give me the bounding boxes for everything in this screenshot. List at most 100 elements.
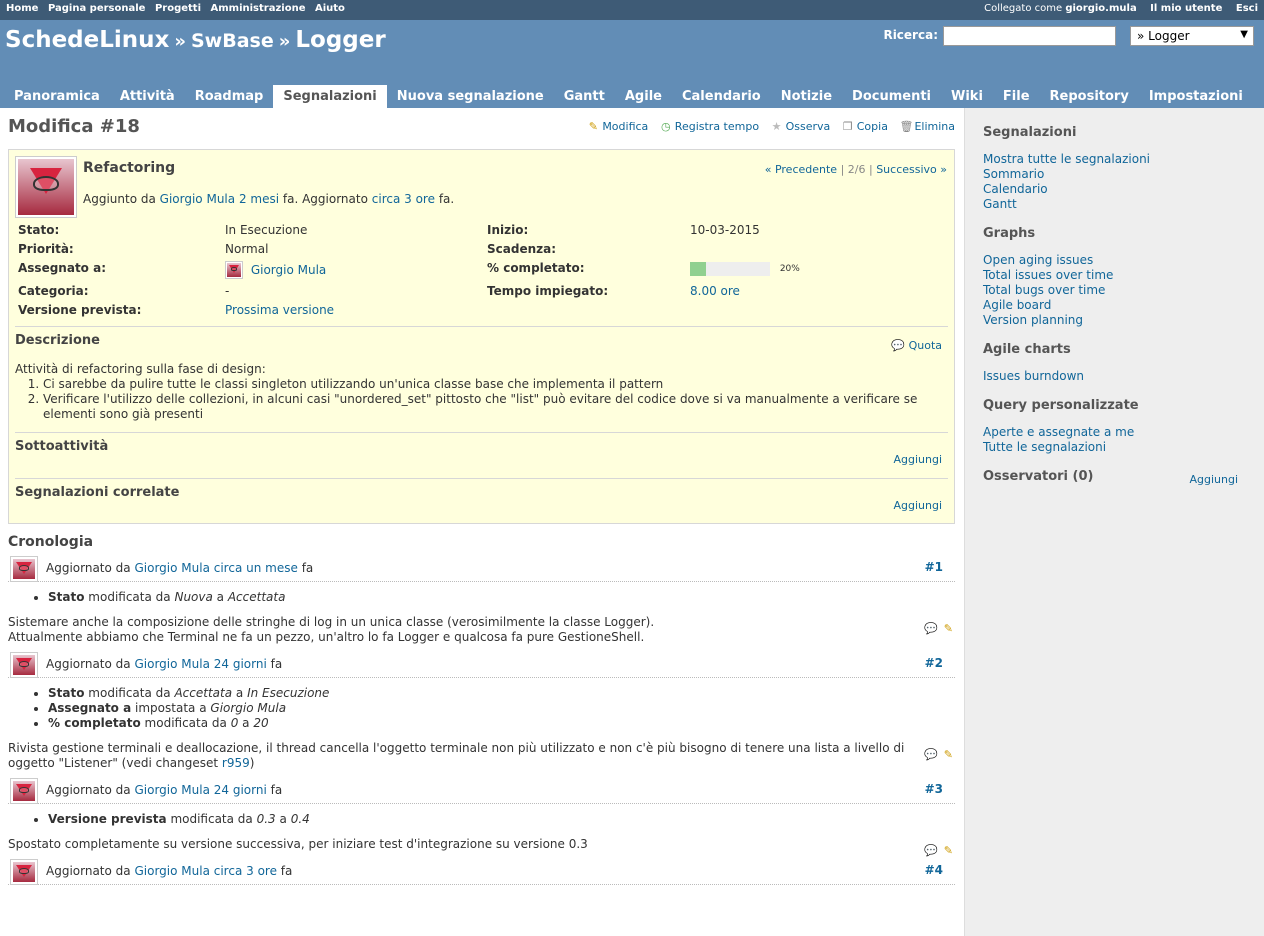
- edit-note-icon[interactable]: ✎: [944, 844, 953, 857]
- tab-files[interactable]: File: [993, 85, 1040, 108]
- add-relation-link[interactable]: Aggiungi: [893, 499, 942, 512]
- updated-link[interactable]: circa 3 ore: [372, 192, 435, 206]
- progress-fill: [690, 261, 706, 276]
- journal-time-link[interactable]: circa 3 ore: [214, 864, 277, 878]
- journal-notes: Rivista gestione terminali e deallocazio…: [8, 741, 953, 770]
- journal-author-link[interactable]: Giorgio Mula: [134, 783, 209, 797]
- top-link-logout[interactable]: Esci: [1236, 3, 1258, 14]
- journal-time-link[interactable]: 24 giorni: [214, 657, 267, 671]
- top-link-my-page[interactable]: Pagina personale: [48, 3, 146, 14]
- journal-number-link[interactable]: #1: [925, 560, 943, 574]
- due-date-value: [690, 241, 948, 260]
- next-issue-link[interactable]: Successivo »: [876, 163, 947, 176]
- dropdown-arrow-icon: ▼: [1240, 29, 1248, 40]
- pencil-icon: ✎: [588, 120, 598, 133]
- breadcrumb-project: Logger: [295, 27, 386, 53]
- logged-user[interactable]: giorgio.mula: [1065, 3, 1136, 14]
- top-link-help[interactable]: Aiuto: [315, 3, 345, 14]
- sidebar-link-open-aging[interactable]: Open aging issues: [983, 253, 1252, 268]
- sidebar-link-agile-board[interactable]: Agile board: [983, 298, 1252, 313]
- changeset-link[interactable]: r959: [222, 756, 250, 770]
- journal-detail: Assegnato a impostata a Giorgio Mula: [48, 701, 955, 716]
- journal-header: Aggiornato da Giorgio Mula 24 giorni fa …: [8, 778, 955, 804]
- edit-note-icon[interactable]: ✎: [944, 748, 953, 761]
- add-watcher-link[interactable]: Aggiungi: [1189, 473, 1238, 486]
- journal-notes: Sistemare anche la composizione delle st…: [8, 615, 955, 645]
- top-link-projects[interactable]: Progetti: [155, 3, 201, 14]
- top-link-administration[interactable]: Amministrazione: [210, 3, 305, 14]
- tab-settings[interactable]: Impostazioni: [1139, 85, 1253, 108]
- tab-wiki[interactable]: Wiki: [941, 85, 993, 108]
- tab-new-issue[interactable]: Nuova segnalazione: [387, 85, 554, 108]
- journal-number-link[interactable]: #2: [925, 656, 943, 670]
- add-subtask-link[interactable]: Aggiungi: [893, 453, 942, 466]
- sidebar: Segnalazioni Mostra tutte le segnalazion…: [964, 108, 1264, 936]
- quote-button[interactable]: 💬 Quota: [891, 339, 942, 352]
- tab-agile[interactable]: Agile: [615, 85, 672, 108]
- spent-time-link[interactable]: 8.00 ore: [690, 284, 740, 298]
- done-ratio-label: % completato:: [487, 261, 585, 275]
- sidebar-link-all-issues[interactable]: Mostra tutte le segnalazioni: [983, 152, 1252, 167]
- breadcrumb-parent[interactable]: SwBase: [191, 30, 274, 52]
- breadcrumb-root[interactable]: SchedeLinux: [5, 27, 169, 53]
- sidebar-link-summary[interactable]: Sommario: [983, 167, 1252, 182]
- issue-attributes: Stato: In Esecuzione Inizio: 10-03-2015 …: [15, 222, 948, 321]
- tab-news[interactable]: Notizie: [771, 85, 842, 108]
- author-link[interactable]: Giorgio Mula: [160, 192, 235, 206]
- sidebar-link-all-issues-query[interactable]: Tutte le segnalazioni: [983, 440, 1252, 455]
- delete-button[interactable]: 🗑Elimina: [899, 120, 955, 133]
- search-input[interactable]: [943, 26, 1116, 46]
- journal-prefix: Aggiornato da: [46, 864, 131, 878]
- tab-documents[interactable]: Documenti: [842, 85, 941, 108]
- tab-issues[interactable]: Segnalazioni: [273, 85, 387, 108]
- journal-number-link[interactable]: #3: [925, 782, 943, 796]
- journal-number-link[interactable]: #4: [925, 863, 943, 877]
- quote-icon[interactable]: 💬: [924, 748, 938, 761]
- log-time-button[interactable]: ◷ Registra tempo: [660, 120, 759, 133]
- sidebar-link-gantt[interactable]: Gantt: [983, 197, 1252, 212]
- assignee-link[interactable]: Giorgio Mula: [251, 263, 326, 277]
- quote-icon[interactable]: 💬: [924, 622, 938, 635]
- tab-roadmap[interactable]: Roadmap: [185, 85, 274, 108]
- subtasks-title: Sottoattività: [15, 439, 109, 454]
- status-label: Stato:: [18, 223, 60, 237]
- top-link-my-account[interactable]: Il mio utente: [1150, 3, 1222, 14]
- tab-activity[interactable]: Attività: [110, 85, 185, 108]
- content: Modifica #18 ✎ Modifica ◷ Registra tempo ★…: [0, 108, 964, 885]
- sidebar-link-open-assigned[interactable]: Aperte e assegnate a me: [983, 425, 1252, 440]
- created-link[interactable]: 2 mesi: [239, 192, 279, 206]
- journal-author-link[interactable]: Giorgio Mula: [134, 657, 209, 671]
- description-item: Verificare l'utilizzo delle collezioni, …: [43, 392, 948, 422]
- tab-calendar[interactable]: Calendario: [672, 85, 771, 108]
- journal-time-link[interactable]: 24 giorni: [214, 783, 267, 797]
- copy-button[interactable]: ❐ Copia: [842, 120, 888, 133]
- quote-icon[interactable]: 💬: [924, 844, 938, 857]
- note-actions: 💬 ✎: [918, 747, 953, 762]
- issue-author-line: Aggiunto da Giorgio Mula 2 mesi fa. Aggi…: [83, 192, 948, 206]
- project-jump-select[interactable]: » Logger ▼: [1130, 26, 1254, 46]
- target-version-label: Versione prevista:: [18, 303, 142, 317]
- tab-overview[interactable]: Panoramica: [4, 85, 110, 108]
- target-version-link[interactable]: Prossima versione: [225, 303, 334, 317]
- edit-note-icon[interactable]: ✎: [944, 622, 953, 635]
- journal-suffix: fa: [270, 657, 283, 671]
- previous-issue-link[interactable]: « Precedente: [765, 163, 837, 176]
- top-link-home[interactable]: Home: [6, 3, 38, 14]
- journal-avatar: [10, 778, 38, 804]
- tab-gantt[interactable]: Gantt: [554, 85, 615, 108]
- journal-time-link[interactable]: circa un mese: [214, 561, 298, 575]
- sidebar-link-total-bugs[interactable]: Total bugs over time: [983, 283, 1252, 298]
- sidebar-link-version-planning[interactable]: Version planning: [983, 313, 1252, 328]
- edit-button[interactable]: ✎ Modifica: [587, 120, 649, 133]
- sidebar-graphs-title: Graphs: [983, 226, 1036, 241]
- sidebar-link-calendar[interactable]: Calendario: [983, 182, 1252, 197]
- related-title: Segnalazioni correlate: [15, 485, 180, 500]
- sidebar-link-total-issues[interactable]: Total issues over time: [983, 268, 1252, 283]
- journal-author-link[interactable]: Giorgio Mula: [134, 561, 209, 575]
- top-menu: Home Pagina personale Progetti Amministr…: [0, 0, 1264, 20]
- tab-repository[interactable]: Repository: [1040, 85, 1139, 108]
- sidebar-link-burndown[interactable]: Issues burndown: [983, 369, 1252, 384]
- journal-author-line: Aggiornato da Giorgio Mula circa 3 ore f…: [46, 864, 292, 878]
- watch-button[interactable]: ★ Osserva: [771, 120, 831, 133]
- journal-author-link[interactable]: Giorgio Mula: [134, 864, 209, 878]
